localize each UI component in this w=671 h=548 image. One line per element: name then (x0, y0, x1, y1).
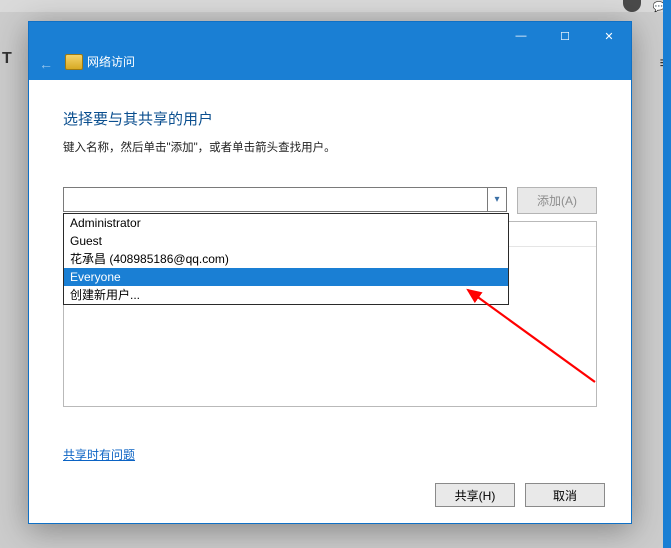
dropdown-item[interactable]: 创建新用户... (64, 286, 508, 304)
background-tool-icon: T (2, 50, 16, 70)
background-top-strip (0, 0, 671, 12)
cancel-button[interactable]: 取消 (525, 483, 605, 507)
window-controls: — ☐ ✕ (499, 22, 631, 50)
user-dropdown: AdministratorGuest花承昌 (408985186@qq.com)… (63, 213, 509, 305)
dropdown-item[interactable]: 花承昌 (408985186@qq.com) (64, 250, 508, 268)
dropdown-item[interactable]: Guest (64, 232, 508, 250)
page-heading: 选择要与其共享的用户 (63, 108, 597, 129)
dropdown-item[interactable]: Administrator (64, 214, 508, 232)
page-subtext: 键入名称，然后单击"添加"，或者单击箭头查找用户。 (63, 139, 597, 155)
content-area: 选择要与其共享的用户 键入名称，然后单击"添加"，或者单击箭头查找用户。 ▾ A… (29, 80, 631, 523)
minimize-button[interactable]: — (499, 22, 543, 50)
desktop-edge (663, 0, 671, 548)
user-input-row: ▾ AdministratorGuest花承昌 (408985186@qq.co… (63, 187, 597, 214)
user-combobox[interactable]: ▾ AdministratorGuest花承昌 (408985186@qq.co… (63, 187, 507, 212)
titlebar: — ☐ ✕ ← 网络访问 (29, 22, 631, 80)
dropdown-item[interactable]: Everyone (64, 268, 508, 286)
back-arrow-icon[interactable]: ← (39, 56, 53, 72)
window-title: 网络访问 (87, 53, 135, 70)
folder-icon (65, 54, 83, 70)
user-name-input[interactable] (64, 188, 487, 211)
maximize-button[interactable]: ☐ (543, 22, 587, 50)
add-button: 添加(A) (517, 187, 597, 214)
help-link[interactable]: 共享时有问题 (63, 446, 135, 463)
share-button[interactable]: 共享(H) (435, 483, 515, 507)
dialog-footer: 共享(H) 取消 (435, 483, 605, 507)
dialog-window: — ☐ ✕ ← 网络访问 选择要与其共享的用户 键入名称，然后单击"添加"，或者… (28, 21, 632, 524)
close-button[interactable]: ✕ (587, 22, 631, 50)
dropdown-chevron-icon[interactable]: ▾ (487, 188, 506, 211)
